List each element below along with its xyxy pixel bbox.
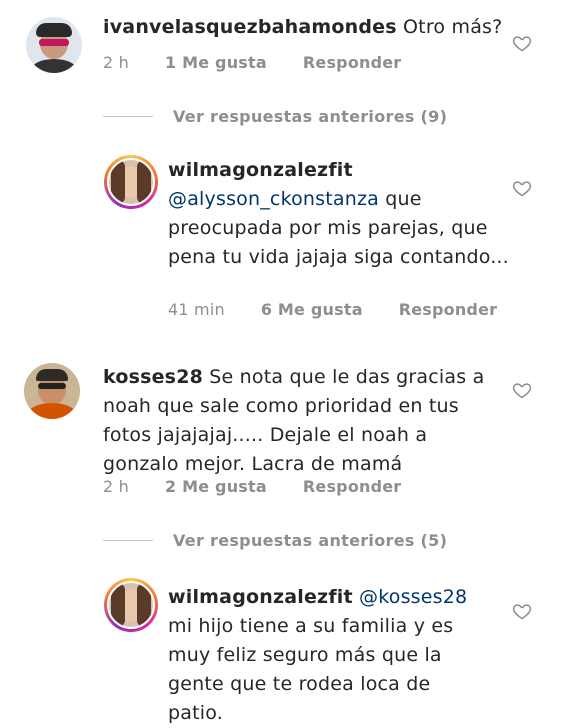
avatar[interactable] — [104, 155, 158, 209]
comment-time: 2 h — [103, 477, 130, 496]
comment-time: 41 min — [168, 300, 225, 319]
comment-body: kosses28 Se nota que le das gracias a no… — [103, 363, 503, 479]
comment-text: Otro más? — [396, 16, 503, 38]
view-replies-row[interactable]: Ver respuestas anteriores (9) — [103, 107, 447, 126]
mention-link[interactable]: @kosses28 — [359, 586, 467, 608]
view-replies-link[interactable]: Ver respuestas anteriores (9) — [173, 107, 447, 126]
comment-meta: 2 h 1 Me gusta Responder — [103, 53, 437, 72]
reply-button[interactable]: Responder — [303, 477, 402, 496]
comment-username[interactable]: wilmagonzalezfit — [168, 159, 353, 181]
mention-link[interactable]: @alysson_ckonstanza — [168, 188, 379, 210]
comment-meta: 2 h 2 Me gusta Responder — [103, 477, 437, 496]
avatar[interactable] — [24, 363, 80, 419]
comment-meta: 41 min 6 Me gusta Responder — [168, 300, 533, 319]
heart-outline-icon[interactable] — [512, 380, 532, 400]
heart-outline-icon[interactable] — [512, 33, 532, 53]
reply-button[interactable]: Responder — [399, 300, 498, 319]
view-replies-link[interactable]: Ver respuestas anteriores (5) — [173, 531, 447, 550]
comment-body: wilmagonzalezfit @alysson_ckonstanza que… — [168, 156, 528, 272]
comment-time: 2 h — [103, 53, 130, 72]
comment-likes[interactable]: 2 Me gusta — [165, 477, 267, 496]
comment-likes[interactable]: 1 Me gusta — [165, 53, 267, 72]
comment-body: wilmagonzalezfit @kosses28 mi hijo tiene… — [168, 583, 488, 728]
divider — [103, 116, 153, 117]
divider — [103, 540, 153, 541]
comment-body: ivanvelasquezbahamondes Otro más? — [103, 13, 523, 42]
comment-username[interactable]: wilmagonzalezfit — [168, 586, 353, 608]
comment-username[interactable]: kosses28 — [103, 366, 203, 388]
view-replies-row[interactable]: Ver respuestas anteriores (5) — [103, 531, 447, 550]
heart-outline-icon[interactable] — [512, 178, 532, 198]
avatar[interactable] — [26, 17, 82, 73]
avatar[interactable] — [104, 578, 158, 632]
comment-username[interactable]: ivanvelasquezbahamondes — [103, 16, 397, 38]
comment-text: mi hijo tiene a su familia y es muy feli… — [168, 615, 454, 724]
reply-button[interactable]: Responder — [303, 53, 402, 72]
heart-outline-icon[interactable] — [512, 601, 532, 621]
comment-likes[interactable]: 6 Me gusta — [261, 300, 363, 319]
